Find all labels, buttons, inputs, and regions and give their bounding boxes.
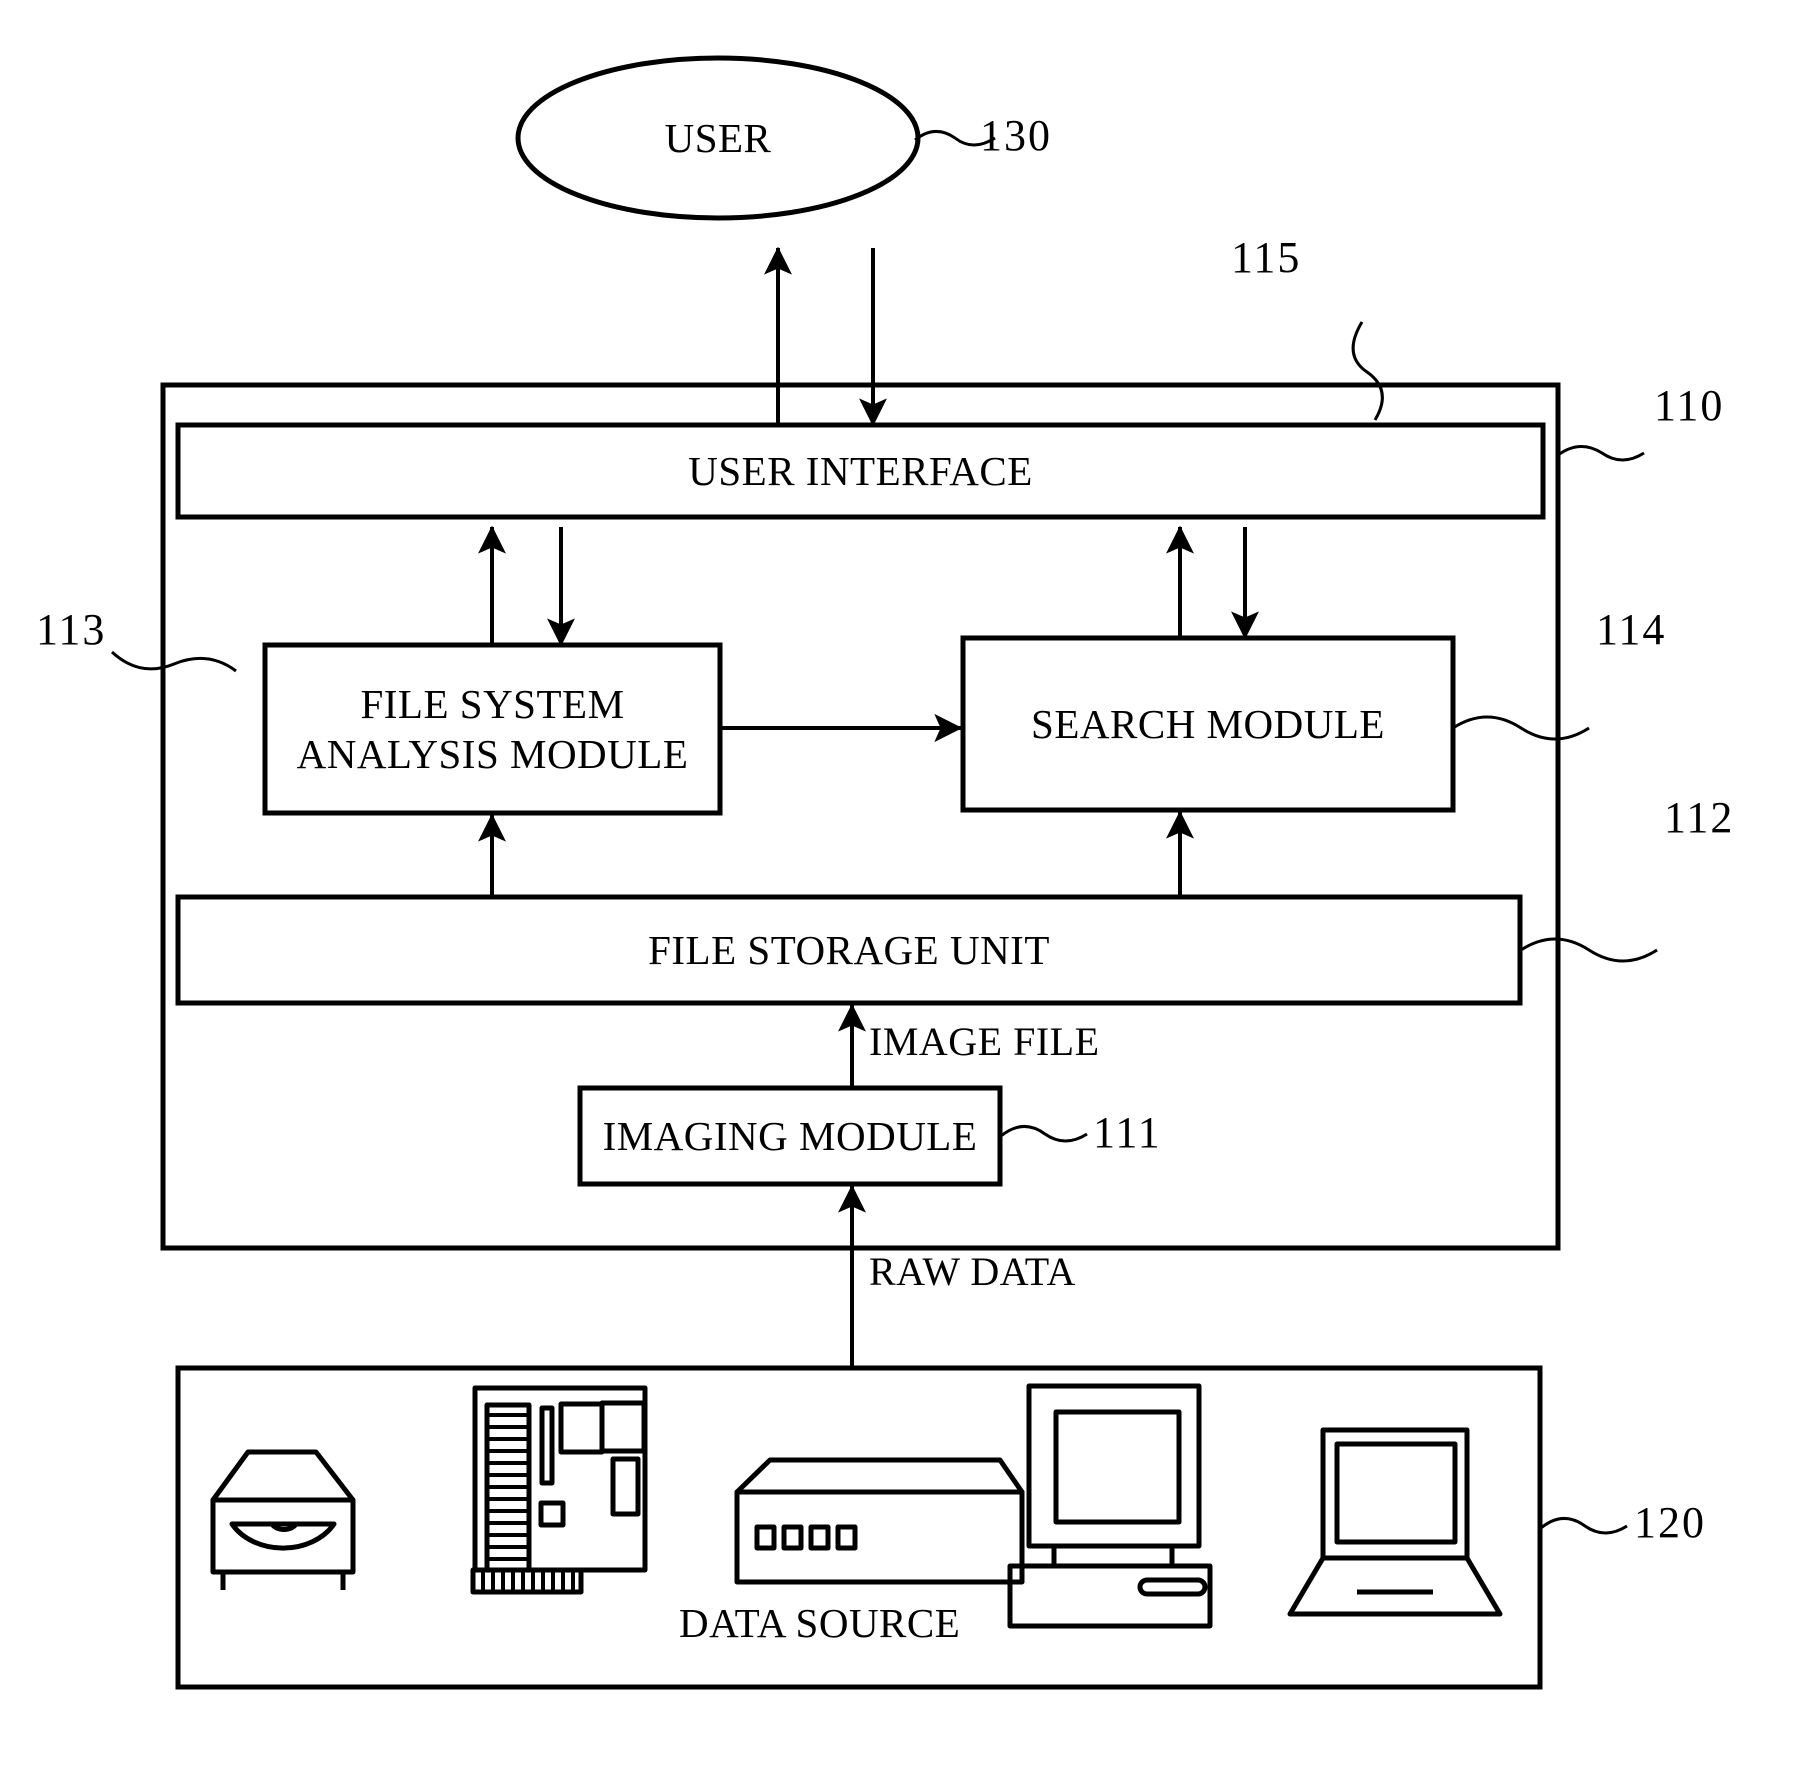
user-label: USER [664,115,772,161]
laptop-computer-icon [1287,1427,1503,1617]
ref-114: 114 [1596,605,1667,654]
ref-120: 120 [1634,1498,1706,1547]
figure-canvas: USER 130 115 110 USER INTERFACE FILE SYS… [0,0,1797,1778]
leader-112 [1520,937,1658,963]
imaging-module-label: IMAGING MODULE [602,1113,978,1159]
ref-115: 115 [1231,233,1302,282]
leader-120 [1540,1517,1628,1535]
desktop-computer-icon [1007,1383,1213,1629]
leader-114 [1452,715,1590,741]
ref-110: 110 [1654,381,1725,430]
edge-label-raw-data: RAW DATA [869,1249,1076,1294]
leader-111 [1000,1125,1088,1143]
user-interface-label: USER INTERFACE [688,448,1033,494]
search-module-label: SEARCH MODULE [1031,701,1385,747]
server-box-icon [734,1457,1025,1585]
ref-113: 113 [36,605,107,654]
file-system-analysis-module-label-line1: FILE SYSTEM [360,681,625,727]
data-source-label: DATA SOURCE [679,1600,961,1646]
ref-111: 111 [1093,1108,1162,1157]
file-storage-unit-label: FILE STORAGE UNIT [648,927,1050,973]
diagram-vector-layer [110,55,1658,1690]
leader-113 [110,650,237,673]
file-system-analysis-module-label-line2: ANALYSIS MODULE [296,731,689,777]
ref-130: 130 [980,111,1052,160]
expansion-card-icon [470,1385,648,1595]
ref-112: 112 [1664,793,1735,842]
optical-disc-drive-icon [210,1449,356,1590]
leader-110 [1557,445,1645,462]
leader-115 [1351,321,1384,421]
edge-label-image-file: IMAGE FILE [869,1019,1100,1064]
